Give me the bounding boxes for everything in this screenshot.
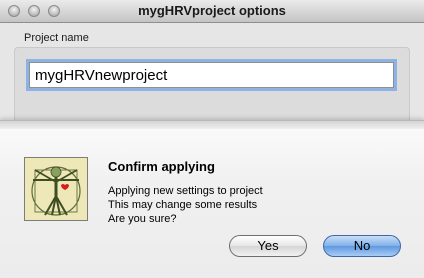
vitruvian-man-icon xyxy=(24,157,88,221)
sheet-edge xyxy=(0,121,424,129)
project-name-label: Project name xyxy=(24,32,89,44)
dialog-title: Confirm applying xyxy=(108,159,215,174)
project-name-input[interactable] xyxy=(29,62,394,88)
no-button[interactable]: No xyxy=(323,235,401,257)
dialog-message-line: Are you sure? xyxy=(108,213,177,225)
window-title: mygHRVproject options xyxy=(138,3,286,18)
yes-button[interactable]: Yes xyxy=(229,235,307,257)
dialog-message-line: This may change some results xyxy=(108,199,258,211)
title-bar: mygHRVproject options xyxy=(0,0,424,23)
dialog-message-line: Applying new settings to project xyxy=(108,185,263,197)
confirm-sheet: Confirm applying Applying new settings t… xyxy=(0,120,424,278)
